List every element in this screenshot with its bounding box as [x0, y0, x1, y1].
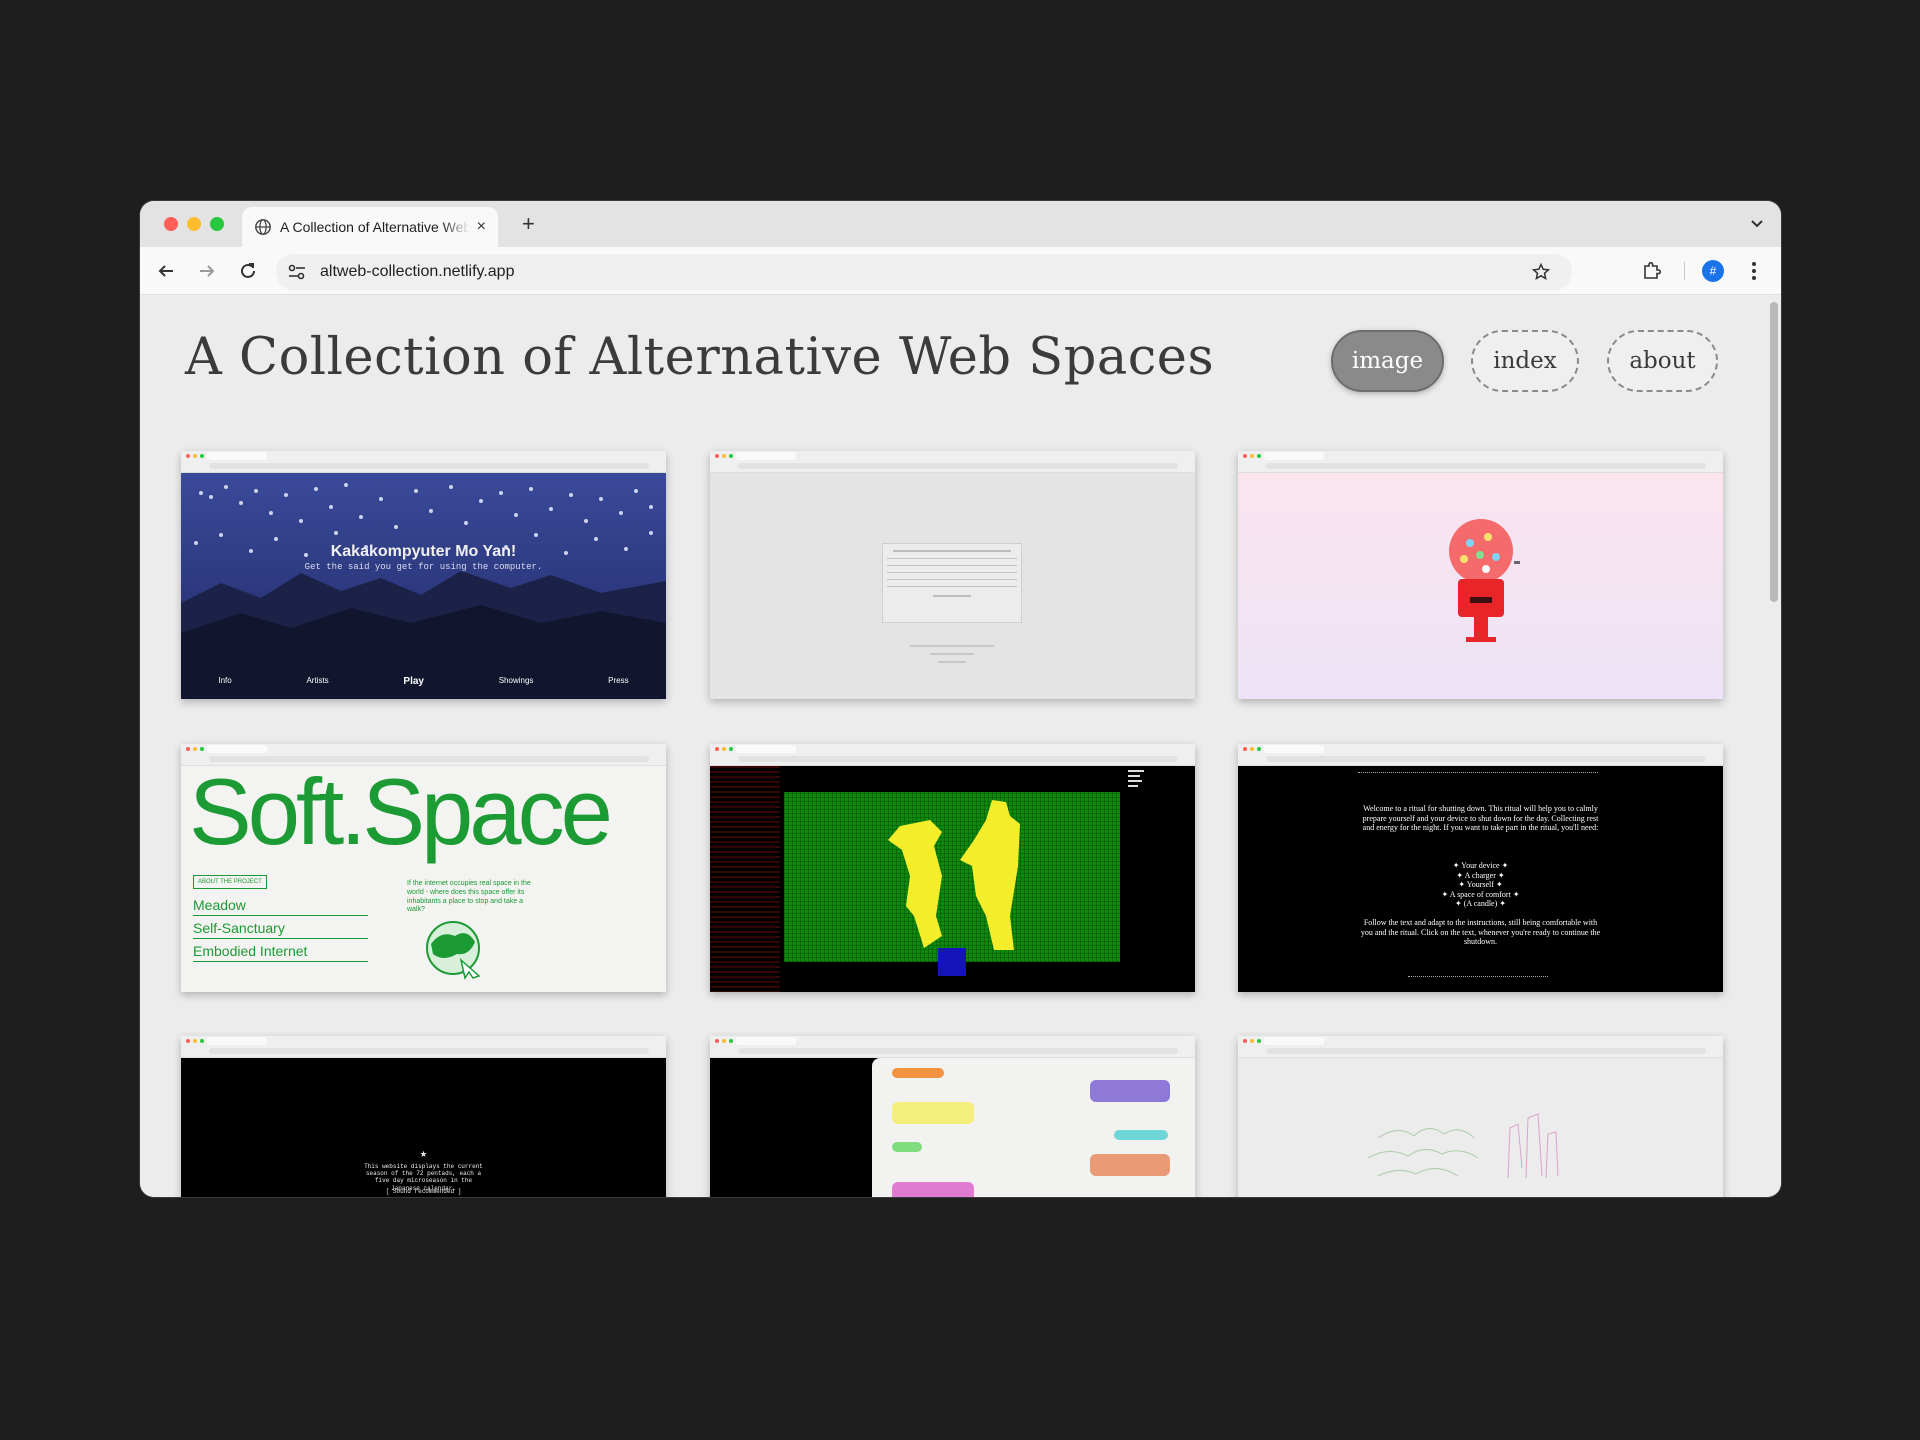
minimize-window-button[interactable]: [187, 217, 201, 231]
new-tab-button[interactable]: +: [522, 211, 535, 237]
sketch-landscape-image: [1367, 1113, 1559, 1179]
mini-browser-bar: [181, 451, 666, 473]
list-item[interactable]: Meadow: [193, 895, 368, 916]
more-vert-icon[interactable]: [1742, 259, 1766, 283]
mini-browser-bar: [710, 451, 1195, 473]
mini-browser-bar: [1238, 744, 1723, 766]
list-item: ✦ A charger ✦: [1456, 870, 1505, 880]
forward-arrow-icon[interactable]: [195, 259, 219, 283]
card-screenshot: Welcome to a ritual for shutting down. T…: [1238, 766, 1723, 992]
card-screenshot: Kakakompyuter Mo Yan! Get the said you g…: [181, 473, 666, 699]
ritual-intro[interactable]: Welcome to a ritual for shutting down. T…: [1358, 804, 1603, 833]
list-item: ✦ Yourself ✦: [1458, 880, 1503, 890]
site-card-chat[interactable]: [710, 1036, 1195, 1197]
site-settings-icon[interactable]: [288, 264, 306, 280]
pixel-figures-image: [888, 770, 1144, 976]
tab-bar: A Collection of Alternative Web Spaces ×…: [140, 201, 1781, 247]
card-screenshot: Soft.Space ABOUT THE PROJECT Meadow Self…: [181, 766, 666, 992]
globe-icon: [255, 219, 271, 235]
nav-image-button[interactable]: image: [1331, 330, 1444, 392]
card-screenshot: [710, 1058, 1195, 1197]
kakakompyuter-title: Kakakompyuter Mo Yan!: [330, 543, 517, 560]
card-screenshot: [710, 473, 1195, 699]
softspace-blurb: If the internet occupies real space in t…: [407, 880, 531, 914]
card-screenshot: [1238, 1058, 1723, 1197]
site-card-form[interactable]: [710, 451, 1195, 699]
form-box: [882, 543, 1022, 623]
card-screenshot: [1238, 473, 1723, 699]
list-item[interactable]: Self-Sanctuary: [193, 916, 368, 939]
toolbar: altweb-collection.netlify.app #: [140, 247, 1781, 295]
card-screenshot: ★ This website displays the current seas…: [181, 1058, 666, 1197]
page-content: A Collection of Alternative Web Spaces i…: [140, 296, 1781, 1197]
list-item[interactable]: Embodied Internet: [193, 939, 368, 962]
site-card-ritual[interactable]: Welcome to a ritual for shutting down. T…: [1238, 744, 1723, 992]
tab-title: A Collection of Alternative Web Spaces: [280, 219, 470, 235]
nav-artists[interactable]: Artists: [306, 676, 328, 687]
site-card-kakakompyuter[interactable]: Kakakompyuter Mo Yan! Get the said you g…: [181, 451, 666, 699]
chat-panel: [872, 1058, 1195, 1197]
chevron-down-icon[interactable]: [1745, 213, 1769, 235]
softspace-title: Soft.Space: [189, 766, 613, 864]
mini-browser-bar: [1238, 1036, 1723, 1058]
softspace-list: Meadow Self-Sanctuary Embodied Internet: [193, 895, 368, 962]
nav-showings[interactable]: Showings: [499, 676, 534, 687]
nav-info[interactable]: Info: [218, 676, 231, 687]
mini-browser-bar: [710, 1036, 1195, 1058]
page-title: A Collection of Alternative Web Spaces: [185, 328, 1215, 387]
star-icon: ★: [419, 1147, 428, 1161]
site-card-season[interactable]: ★ This website displays the current seas…: [181, 1036, 666, 1197]
site-card-softspace[interactable]: Soft.Space ABOUT THE PROJECT Meadow Self…: [181, 744, 666, 992]
site-card-gumball[interactable]: [1238, 451, 1723, 699]
kakakompyuter-nav: Info Artists Play Showings Press: [181, 676, 666, 687]
ritual-list: ✦ Your device ✦ ✦ A charger ✦ ✦ Yourself…: [1238, 861, 1723, 909]
mini-browser-bar: [1238, 451, 1723, 473]
url-text: altweb-collection.netlify.app: [320, 263, 515, 280]
close-window-button[interactable]: [164, 217, 178, 231]
mini-browser-bar: [710, 744, 1195, 766]
ritual-outro[interactable]: Follow the text and adapt to the instruc…: [1358, 918, 1603, 947]
tab-close-icon[interactable]: ×: [477, 218, 486, 236]
card-screenshot: [710, 766, 1195, 992]
extensions-puzzle-icon[interactable]: [1640, 259, 1664, 283]
browser-window: A Collection of Alternative Web Spaces ×…: [140, 201, 1781, 1197]
bookmark-star-icon[interactable]: [1532, 263, 1550, 281]
address-bar[interactable]: altweb-collection.netlify.app: [276, 254, 1572, 290]
list-item: ✦ (A candle) ✦: [1455, 899, 1506, 909]
site-card-sketch[interactable]: [1238, 1036, 1723, 1197]
scrollbar[interactable]: [1770, 302, 1778, 602]
nav-about-button[interactable]: about: [1607, 330, 1718, 392]
nav-index-button[interactable]: index: [1471, 330, 1579, 392]
profile-avatar[interactable]: #: [1701, 259, 1725, 283]
sound-note: [ Sound recommended ]: [385, 1188, 462, 1195]
list-item: ✦ Your device ✦: [1452, 861, 1509, 870]
kakakompyuter-subtitle: Get the said you get for using the compu…: [304, 562, 543, 572]
globe-hand-icon: [426, 921, 481, 980]
gumball-machine-image: [1449, 519, 1520, 642]
mini-browser-bar: [181, 744, 666, 766]
nav-play[interactable]: Play: [403, 676, 424, 687]
list-item: ✦ A space of comfort ✦: [1441, 889, 1520, 899]
site-card-pixel[interactable]: [710, 744, 1195, 992]
mini-browser-bar: [181, 1036, 666, 1058]
toolbar-divider: [1684, 262, 1685, 280]
back-arrow-icon[interactable]: [154, 259, 178, 283]
starfield-image: [181, 483, 666, 699]
about-project-button[interactable]: ABOUT THE PROJECT: [193, 875, 267, 889]
nav-press[interactable]: Press: [608, 676, 628, 687]
maximize-window-button[interactable]: [210, 217, 224, 231]
browser-tab[interactable]: A Collection of Alternative Web Spaces ×: [242, 207, 498, 247]
avatar: #: [1702, 260, 1724, 282]
reload-icon[interactable]: [236, 259, 260, 283]
